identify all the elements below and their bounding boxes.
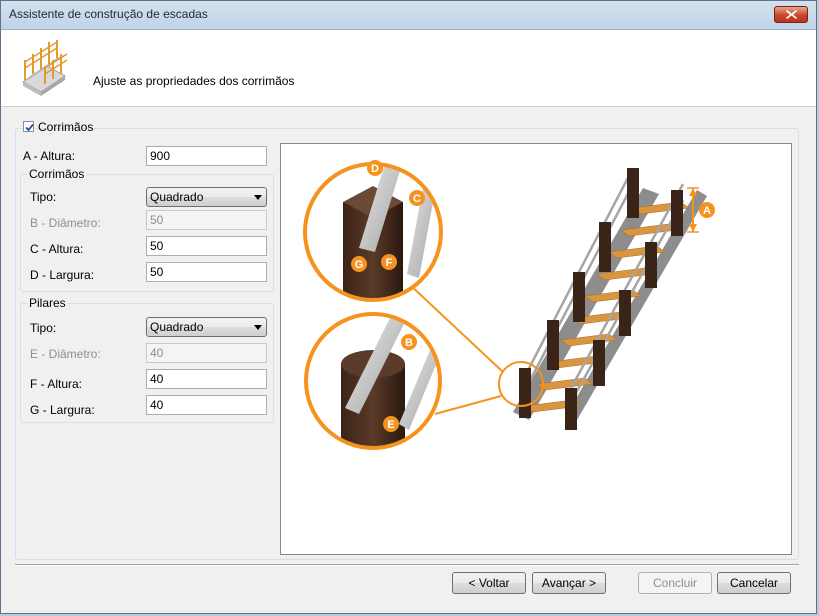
post-width-input[interactable] [146,395,267,415]
stair-illustration: A B C D E F G [303,160,715,450]
close-button[interactable] [774,6,808,23]
rail-height-label: C - Altura: [30,242,84,256]
title-bar: Assistente de construção de escadas [1,1,816,30]
rail-width-input[interactable] [146,262,267,282]
chevron-down-icon [254,325,262,330]
checkmark-icon [25,123,34,132]
svg-text:G: G [355,259,364,271]
post-diameter-input [146,343,267,363]
badge-b: B [401,334,417,350]
close-icon [786,10,797,19]
rail-width-label: D - Largura: [30,268,95,282]
rails-group-title: Corrimãos [27,167,87,181]
rail-diameter-label: B - Diâmetro: [30,216,101,230]
footer-separator [15,564,799,566]
handrail-height-input[interactable] [146,146,267,166]
rail-height-input[interactable] [146,236,267,256]
rail-type-select[interactable]: Quadrado [146,187,267,207]
svg-text:D: D [371,163,379,175]
posts-group-title: Pilares [27,296,68,310]
post-width-label: G - Largura: [30,403,95,417]
handrails-checkbox-label: Corrimãos [38,120,94,134]
post-diameter-label: E - Diâmetro: [30,347,101,361]
badge-e: E [383,416,399,432]
finish-button: Concluir [638,572,712,594]
post-type-value: Quadrado [150,320,204,334]
svg-text:A: A [703,205,711,217]
rail-type-label: Tipo: [30,190,57,204]
header-instruction: Ajuste as propriedades dos corrimãos [93,74,295,88]
post-type-select[interactable]: Quadrado [146,317,267,337]
post-type-label: Tipo: [30,321,57,335]
handrail-height-label: A - Altura: [23,149,76,163]
rail-diameter-input [146,210,267,230]
wizard-window: Assistente de construção de escadas Ajus… [0,0,817,614]
back-button[interactable]: < Voltar [452,572,526,594]
svg-text:B: B [405,337,413,349]
stair-preview: A B C D E F G [280,143,792,555]
badge-c: C [409,190,425,206]
post-detail-zoom [304,312,442,450]
post-height-input[interactable] [146,369,267,389]
badge-g: G [351,256,367,272]
stair-wizard-icon [22,40,68,96]
badge-a: A [699,202,715,218]
next-button[interactable]: Avançar > [532,572,606,594]
badge-f: F [381,254,397,270]
svg-text:F: F [386,257,393,269]
badge-d: D [367,160,383,176]
svg-text:C: C [413,193,421,205]
post-height-label: F - Altura: [30,377,83,391]
rail-type-value: Quadrado [150,190,204,204]
cancel-button[interactable]: Cancelar [717,572,791,594]
wizard-header: Ajuste as propriedades dos corrimãos [1,30,816,107]
staircase [408,167,707,430]
svg-text:E: E [387,419,394,431]
chevron-down-icon [254,195,262,200]
window-title: Assistente de construção de escadas [9,7,208,21]
handrails-checkbox[interactable] [23,121,34,132]
